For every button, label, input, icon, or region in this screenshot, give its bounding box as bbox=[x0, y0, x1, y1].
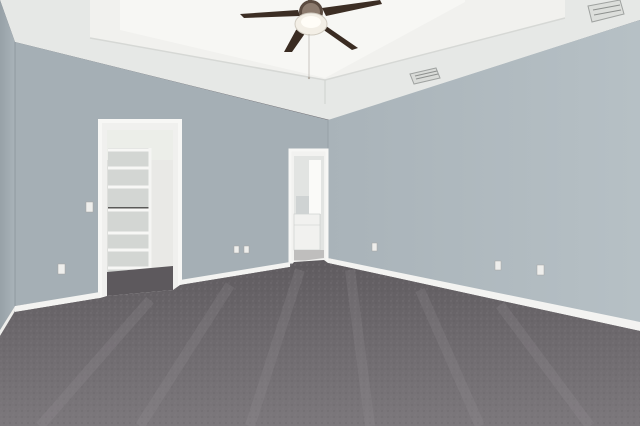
bedroom-photo bbox=[0, 0, 640, 426]
walk-in-closet-shelves bbox=[108, 148, 152, 272]
bathroom-doorway bbox=[288, 148, 329, 264]
wall-outlet bbox=[494, 260, 502, 271]
left-wall bbox=[0, 0, 15, 330]
wall-outlet bbox=[243, 245, 250, 254]
wall-outlet bbox=[233, 245, 240, 254]
light-switch bbox=[85, 201, 94, 213]
wall-outlet bbox=[536, 264, 545, 276]
closet-doorway bbox=[98, 119, 182, 300]
wall-outlet bbox=[371, 242, 378, 252]
wall-outlet bbox=[57, 263, 66, 275]
